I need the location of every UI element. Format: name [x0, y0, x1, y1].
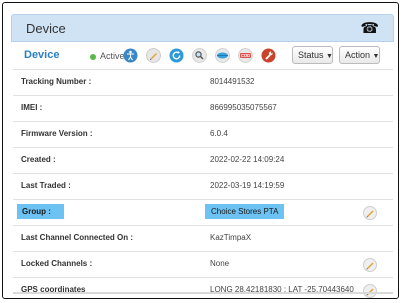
- device-details-table: Tracking Number : 8014491532 IMEI : 8669…: [13, 69, 393, 298]
- table-row: Last Traded : 2022-03-19 14:19:59: [13, 173, 393, 199]
- action-dropdown[interactable]: Action ▼: [339, 46, 380, 64]
- table-row: GPS coordinates LONG 28.42181830 : LAT -…: [13, 277, 393, 298]
- field-label: Firmware Version :: [21, 129, 93, 138]
- chevron-down-icon: ▼: [372, 53, 380, 60]
- action-dropdown-label: Action: [345, 50, 371, 60]
- table-row: Tracking Number : 8014491532: [13, 69, 393, 95]
- table-bottom-border: [13, 292, 393, 294]
- table-row: IMEI : 866995035075567: [13, 95, 393, 121]
- field-value: KazTimpaX: [210, 233, 252, 242]
- field-value: 2022-02-22 14:09:24: [210, 155, 285, 164]
- device-window: Device ☎ Device Active COD Status ▼ Acti…: [2, 2, 399, 299]
- table-row-group: Group : Choice Stores PTA: [13, 199, 393, 225]
- status-dropdown-label: Status: [298, 50, 324, 60]
- field-label: IMEI :: [21, 103, 43, 112]
- group-label: Group :: [17, 204, 64, 219]
- mouse-icon[interactable]: [215, 48, 230, 63]
- edit-group-pencil-icon[interactable]: [363, 206, 377, 220]
- accessibility-icon[interactable]: [123, 48, 138, 63]
- field-label: Tracking Number :: [21, 77, 92, 86]
- group-value: Choice Stores PTA: [205, 204, 285, 219]
- refresh-icon[interactable]: [169, 48, 184, 63]
- phone-icon[interactable]: ☎: [360, 21, 379, 36]
- field-value: 2022-03-19 14:19:59: [210, 181, 285, 190]
- field-label: Last Channel Connected On :: [21, 233, 134, 242]
- field-value: 8014491532: [210, 77, 255, 86]
- chevron-down-icon: ▼: [326, 53, 333, 60]
- field-value: 6.0.4: [210, 129, 228, 138]
- svg-text:COD: COD: [241, 53, 250, 58]
- pencil-icon[interactable]: [146, 48, 161, 63]
- table-row: Firmware Version : 6.0.4: [13, 121, 393, 147]
- field-label: Last Traded :: [21, 181, 71, 190]
- wrench-icon[interactable]: [261, 48, 276, 63]
- table-row: Created : 2022-02-22 14:09:24: [13, 147, 393, 173]
- status-label: Active: [100, 51, 125, 61]
- panel-title: Device: [26, 21, 66, 36]
- table-row: Last Channel Connected On : KazTimpaX: [13, 225, 393, 251]
- field-value: None: [210, 259, 230, 268]
- toolbar-title[interactable]: Device: [24, 49, 59, 61]
- status-dropdown[interactable]: Status ▼: [292, 46, 333, 64]
- status-dot-icon: [90, 54, 96, 60]
- field-label: Locked Channels :: [21, 259, 93, 268]
- cod-badge-icon[interactable]: COD: [238, 48, 253, 63]
- table-row: Locked Channels : None: [13, 251, 393, 277]
- field-value: 866995035075567: [210, 103, 277, 112]
- panel-header: Device ☎: [11, 14, 394, 42]
- edit-locked-channels-pencil-icon[interactable]: [363, 258, 377, 272]
- edit-gps-pencil-icon[interactable]: [363, 284, 377, 298]
- device-toolbar: Device Active COD Status ▼ Action ▼: [11, 42, 394, 69]
- field-label: Created :: [21, 155, 56, 164]
- search-icon[interactable]: [192, 48, 207, 63]
